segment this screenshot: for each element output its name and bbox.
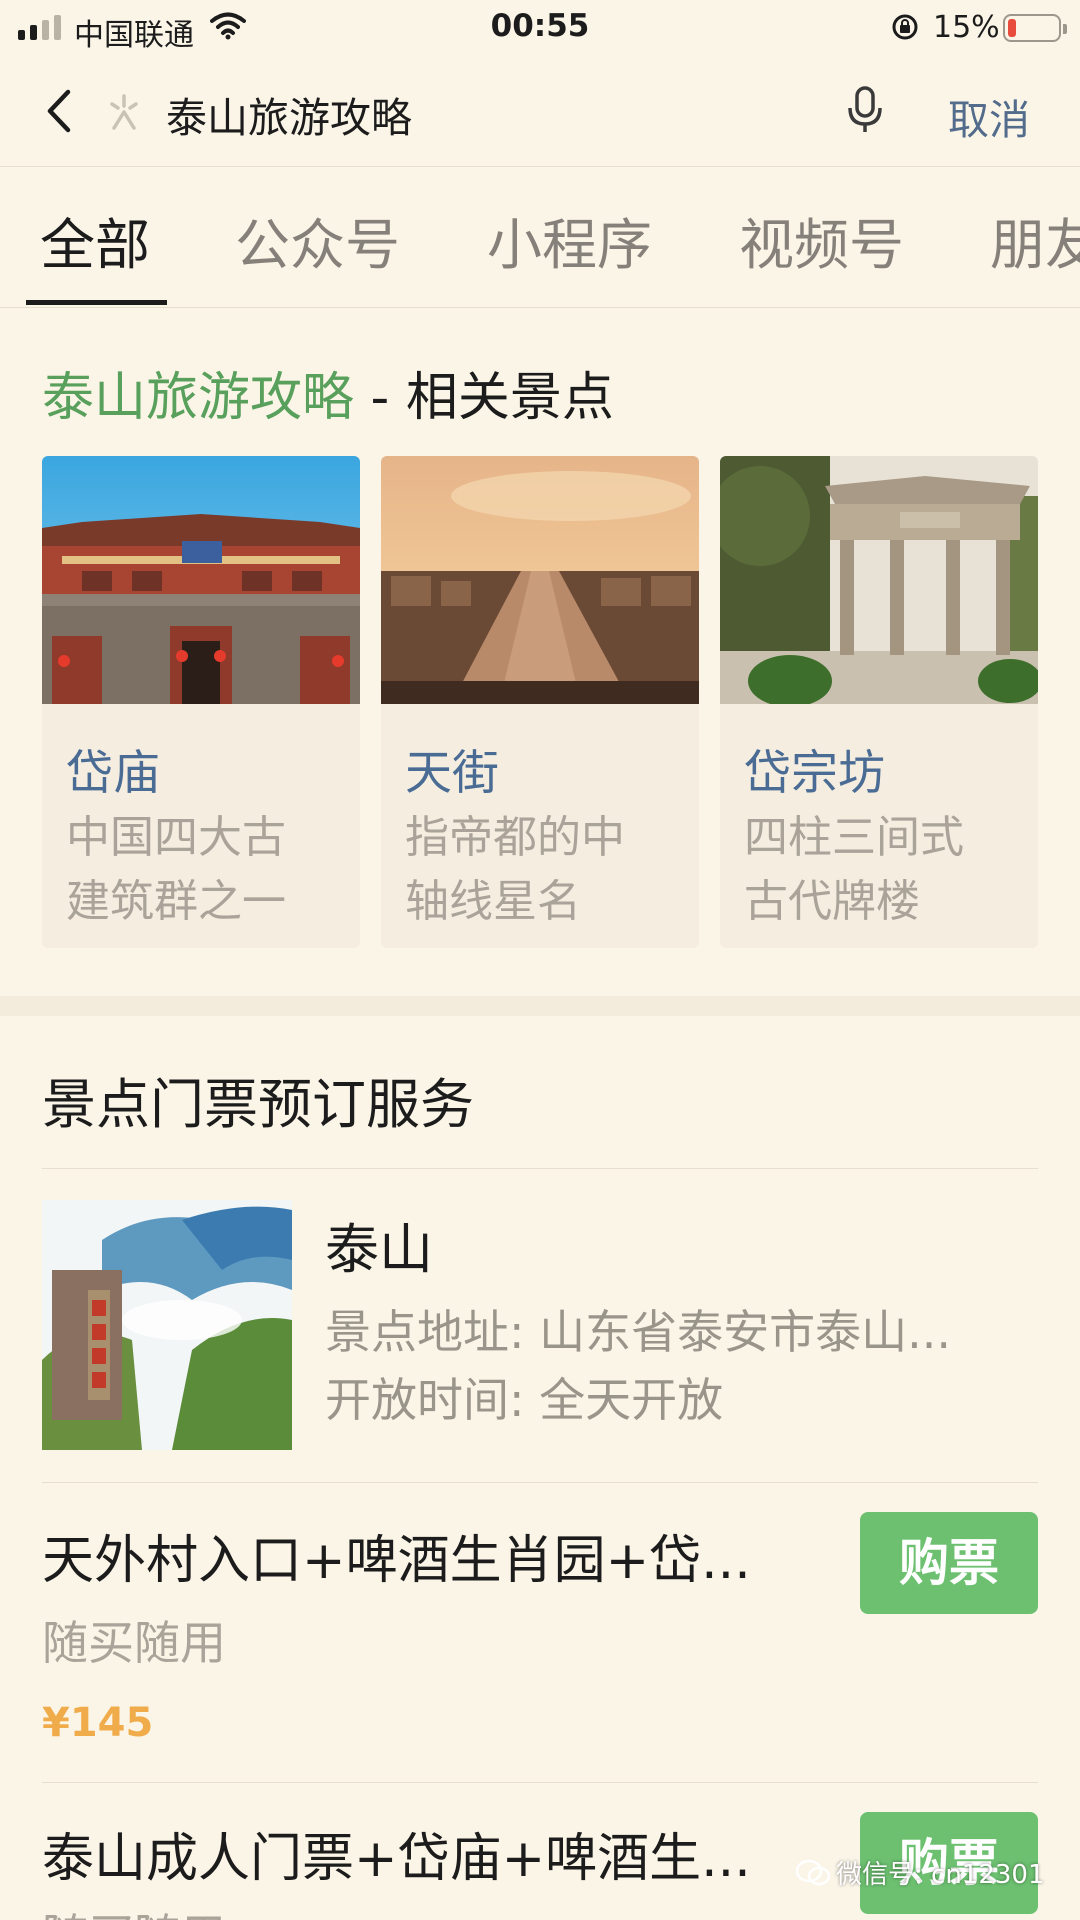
spot-title[interactable]: 泰山 bbox=[325, 1205, 433, 1284]
spot-description: 指帝都的中 轴线星名 bbox=[405, 812, 625, 927]
search-type-icon bbox=[110, 94, 138, 130]
spot-card-tianjie[interactable]: 天街 指帝都的中 轴线星名 bbox=[381, 456, 699, 948]
search-bar: 泰山旅游攻略 取消 bbox=[0, 56, 1080, 166]
daimiao-photo bbox=[42, 456, 360, 704]
buy-ticket-button[interactable]: 购票 bbox=[860, 1512, 1038, 1614]
tab-moments[interactable]: 朋友 bbox=[990, 200, 1080, 280]
related-title-keyword: 泰山旅游攻略 bbox=[42, 368, 355, 428]
wechat-watermark: 微信号: cn12301 bbox=[796, 1854, 1045, 1891]
daizongfang-photo bbox=[720, 456, 1038, 704]
row-divider bbox=[42, 1782, 1038, 1783]
battery-level-fill bbox=[1008, 19, 1016, 37]
related-spots-title: 泰山旅游攻略 - 相关景点 bbox=[42, 355, 614, 430]
microphone-icon[interactable] bbox=[845, 84, 885, 136]
header-divider bbox=[0, 166, 1080, 167]
related-title-suffix: - 相关景点 bbox=[354, 368, 614, 428]
back-icon[interactable] bbox=[40, 86, 80, 136]
taishan-photo[interactable] bbox=[42, 1200, 292, 1450]
ticket-item-usage: 随买随用 bbox=[42, 1616, 226, 1670]
spot-name: 岱庙 bbox=[66, 746, 160, 801]
tab-mini-programs[interactable]: 小程序 bbox=[487, 200, 652, 280]
spot-description: 中国四大古 建筑群之一 bbox=[66, 812, 286, 927]
spot-description: 四柱三间式 古代牌楼 bbox=[744, 812, 964, 927]
ticket-item-usage: 随买随用 bbox=[42, 1900, 226, 1920]
active-tab-indicator bbox=[26, 300, 167, 305]
tab-official-accounts[interactable]: 公众号 bbox=[235, 200, 400, 280]
wechat-icon bbox=[796, 1859, 830, 1885]
search-input[interactable]: 泰山旅游攻略 bbox=[166, 84, 412, 144]
row-divider bbox=[42, 1482, 1038, 1483]
rotation-lock-icon bbox=[892, 14, 918, 40]
spot-address: 景点地址: 山东省泰安市泰山... bbox=[325, 1305, 951, 1359]
spot-card-daizongfang[interactable]: 岱宗坊 四柱三间式 古代牌楼 bbox=[720, 456, 1038, 948]
ticket-item-price: ¥145 bbox=[42, 1700, 154, 1746]
tab-all[interactable]: 全部 bbox=[40, 200, 150, 280]
ticket-item-title[interactable]: 天外村入口+啤酒生肖园+岱... bbox=[42, 1518, 802, 1593]
tab-channels[interactable]: 视频号 bbox=[739, 200, 904, 280]
status-bar: 中国联通 00:55 15% bbox=[0, 0, 1080, 56]
section-separator bbox=[0, 996, 1080, 1016]
spot-name: 天街 bbox=[405, 746, 499, 801]
ticket-section-title: 景点门票预订服务 bbox=[42, 1073, 474, 1136]
category-tabs: 全部 公众号 小程序 视频号 朋友 bbox=[0, 170, 1080, 308]
cancel-button[interactable]: 取消 bbox=[948, 86, 1030, 146]
battery-icon bbox=[1003, 14, 1067, 42]
tianjie-photo bbox=[381, 456, 699, 704]
spot-card-daimiao[interactable]: 岱庙 中国四大古 建筑群之一 bbox=[42, 456, 360, 948]
spot-name: 岱宗坊 bbox=[744, 746, 885, 801]
spot-opening-hours: 开放时间: 全天开放 bbox=[325, 1373, 724, 1427]
section-divider bbox=[42, 1168, 1038, 1169]
ticket-item-title[interactable]: 泰山成人门票+岱庙+啤酒生... bbox=[42, 1816, 802, 1891]
tabs-divider bbox=[0, 307, 1080, 308]
battery-percent: 15% bbox=[933, 10, 1000, 45]
